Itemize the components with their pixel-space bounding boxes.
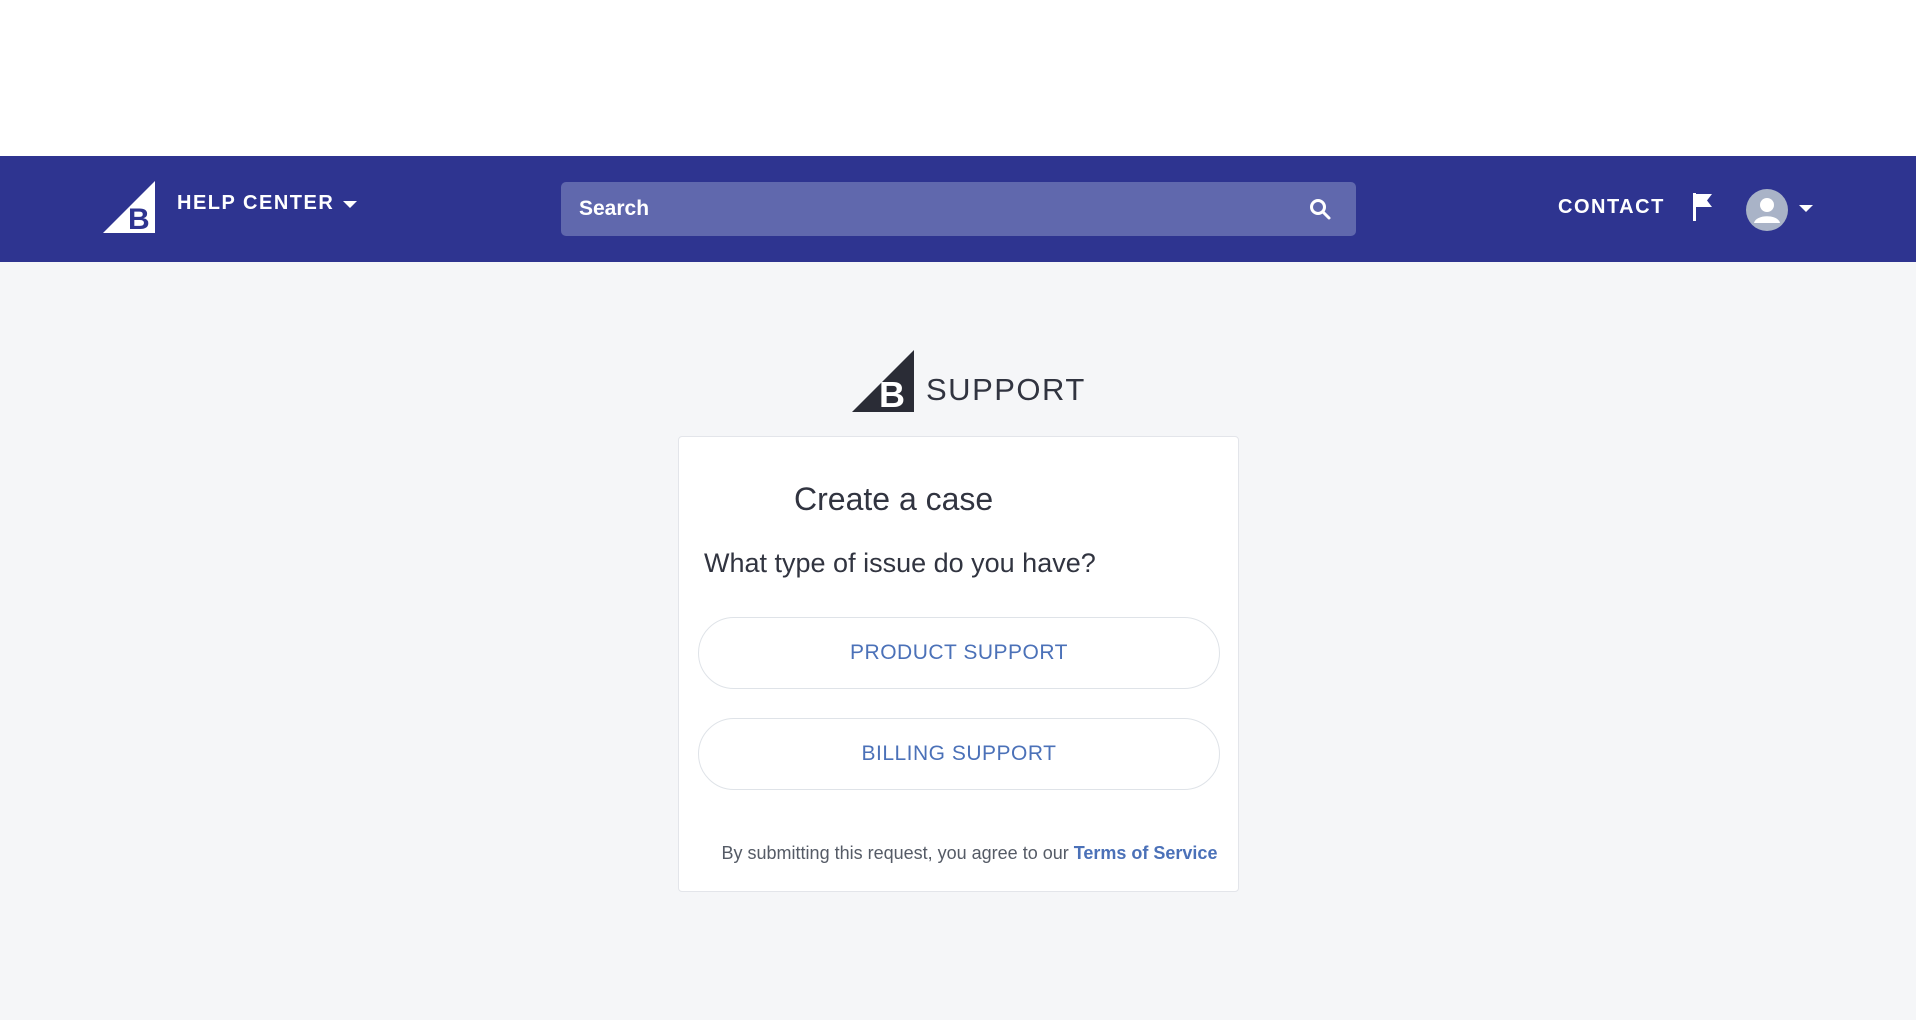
support-label: SUPPORT bbox=[926, 372, 1086, 407]
top-navbar: B HELP CENTER CONTACT bbox=[0, 156, 1916, 262]
terms-of-service-link[interactable]: Terms of Service bbox=[1074, 843, 1218, 863]
help-center-label: HELP CENTER bbox=[177, 192, 335, 214]
support-brand: B SUPPORT bbox=[852, 350, 1086, 412]
bigcommerce-support-logo-icon: B bbox=[852, 350, 914, 412]
search-bar bbox=[561, 182, 1356, 236]
person-icon bbox=[1754, 198, 1780, 223]
page: B HELP CENTER CONTACT bbox=[0, 0, 1920, 1020]
user-avatar-icon[interactable] bbox=[1746, 189, 1788, 231]
main-content: B SUPPORT Create a case What type of iss… bbox=[0, 262, 1916, 1020]
bigcommerce-logo-icon[interactable]: B bbox=[103, 181, 155, 233]
create-case-card: Create a case What type of issue do you … bbox=[678, 436, 1239, 892]
flag-icon[interactable] bbox=[1692, 192, 1714, 222]
help-center-menu[interactable]: HELP CENTER bbox=[177, 192, 358, 215]
search-input[interactable] bbox=[561, 182, 1308, 236]
product-support-button[interactable]: PRODUCT SUPPORT bbox=[698, 617, 1220, 689]
card-title: Create a case bbox=[794, 481, 994, 517]
issue-type-question: What type of issue do you have? bbox=[704, 548, 1096, 578]
chevron-down-icon bbox=[343, 201, 358, 208]
search-icon[interactable] bbox=[1308, 197, 1332, 221]
svg-text:B: B bbox=[879, 374, 905, 412]
svg-text:B: B bbox=[128, 203, 150, 233]
terms-notice: By submitting this request, you agree to… bbox=[679, 843, 1240, 864]
account-chevron-down-icon[interactable] bbox=[1799, 205, 1813, 212]
billing-support-button[interactable]: BILLING SUPPORT bbox=[698, 718, 1220, 790]
terms-prefix: By submitting this request, you agree to… bbox=[721, 843, 1074, 863]
top-blank-area bbox=[0, 0, 1920, 156]
contact-link[interactable]: CONTACT bbox=[1558, 196, 1665, 219]
